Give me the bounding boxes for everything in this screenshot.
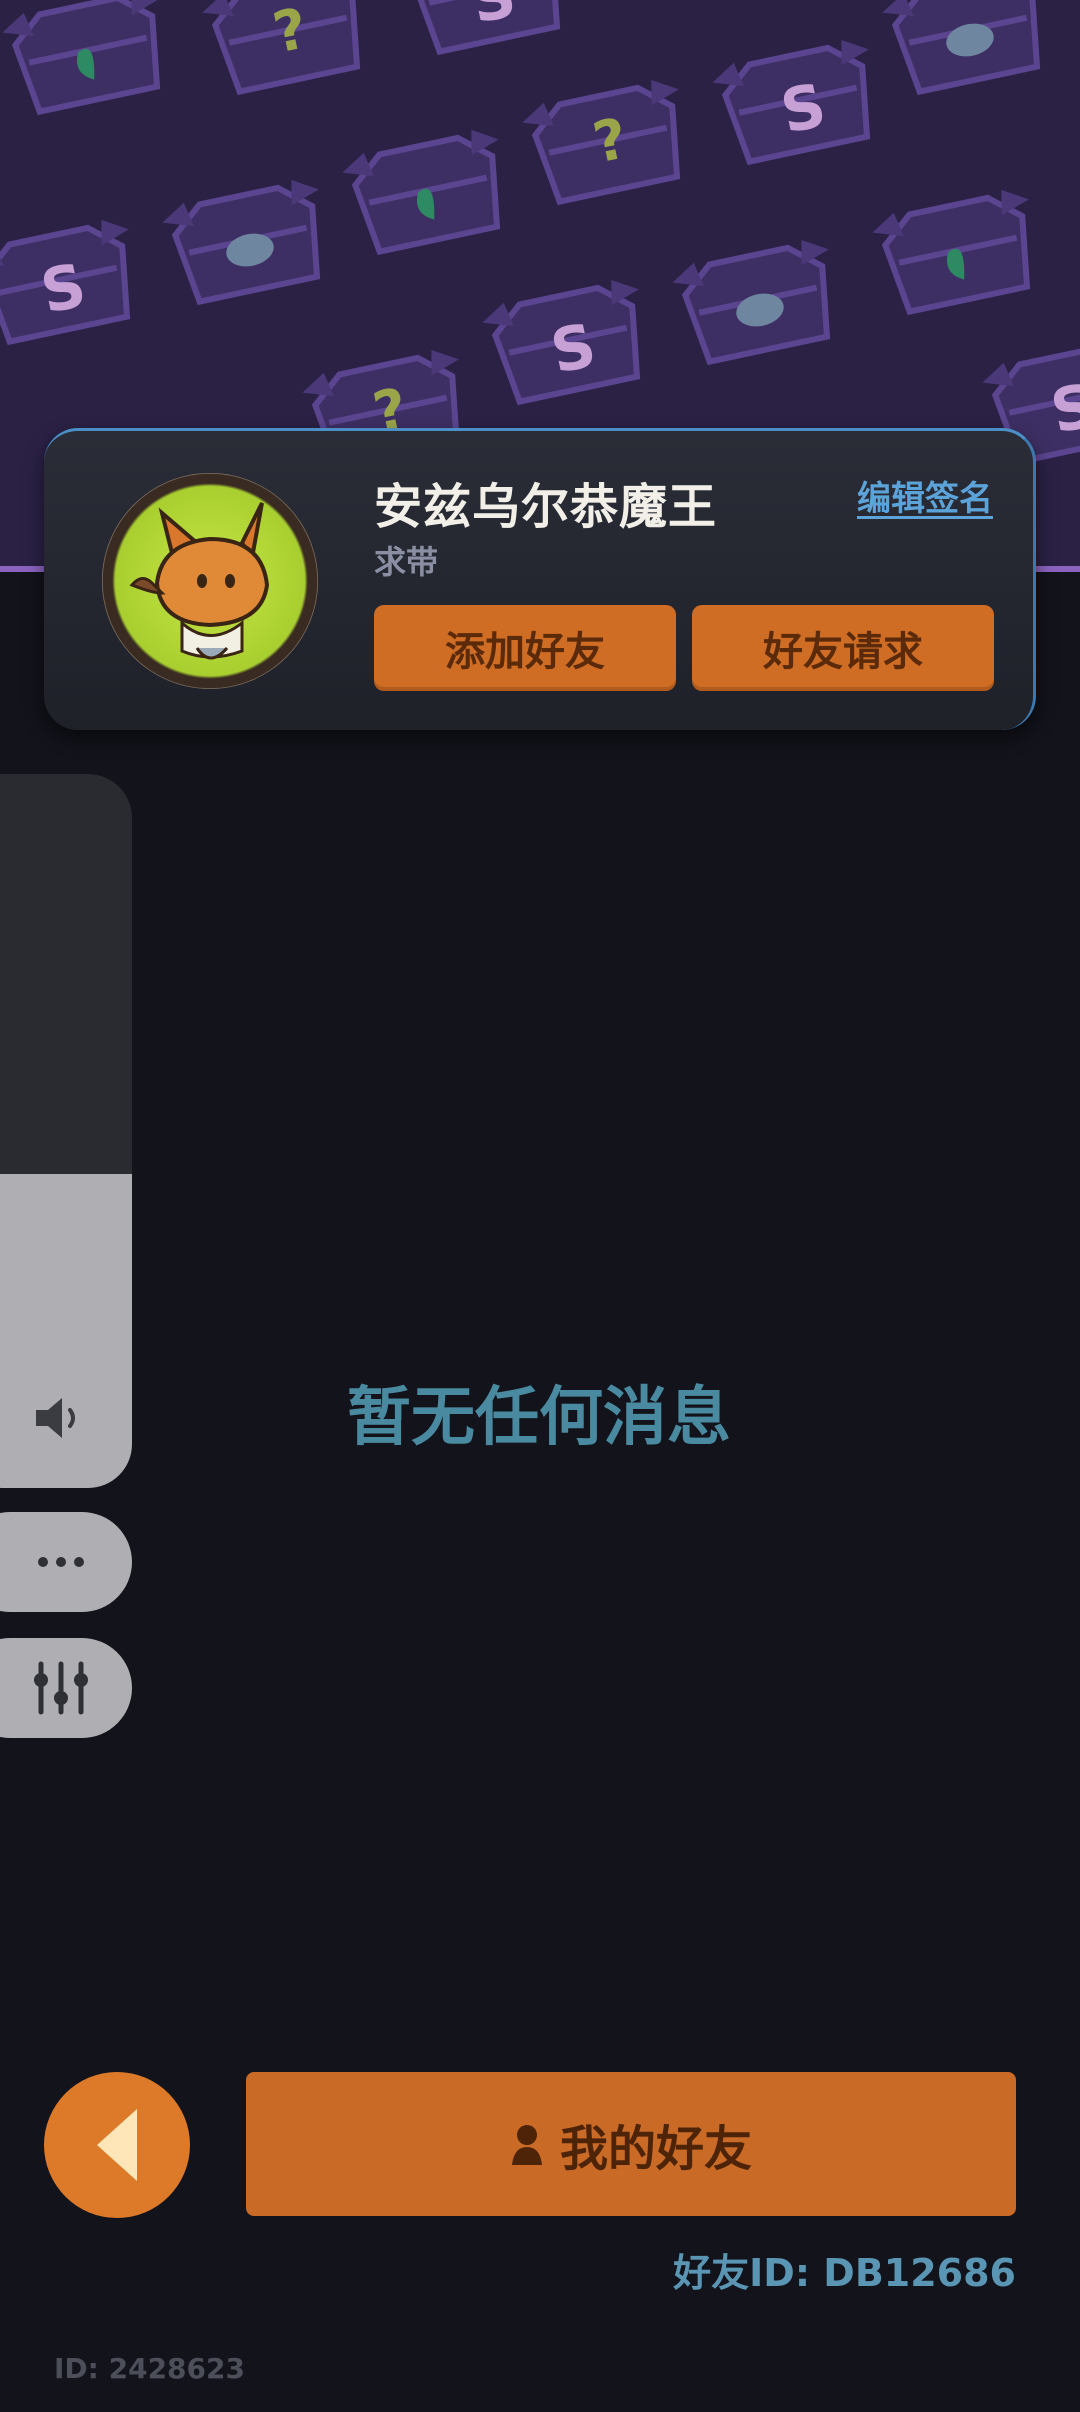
person-icon — [511, 2125, 542, 2165]
edit-signature-link[interactable]: 编辑签名 — [857, 471, 993, 520]
settings-button[interactable] — [0, 1638, 132, 1738]
friend-id-text: 好友ID: DB12686 — [673, 2251, 1016, 2295]
signature-text: 求带 — [374, 543, 439, 581]
empty-messages-text: 暂无任何消息 — [0, 1366, 1080, 1458]
back-arrow-icon — [97, 2109, 137, 2181]
more-options-button[interactable] — [0, 1512, 132, 1612]
empty-messages-label: 暂无任何消息 — [347, 1381, 731, 1455]
user-id-text: ID: 2428623 — [54, 2352, 245, 2385]
back-button[interactable] — [44, 2072, 190, 2218]
my-friends-button[interactable]: 我的好友 — [246, 2072, 1016, 2216]
equalizer-icon — [34, 1661, 88, 1715]
my-friends-label: 我的好友 — [559, 2121, 752, 2177]
fox-avatar-icon — [129, 502, 270, 660]
more-dots-icon — [38, 1557, 84, 1567]
friend-requests-button[interactable]: 好友请求 — [692, 605, 994, 691]
add-friend-button[interactable]: 添加好友 — [374, 605, 676, 691]
username: 安兹乌尔恭魔王 — [374, 479, 718, 535]
avatar[interactable] — [102, 473, 318, 689]
profile-card: 安兹乌尔恭魔王 求带 编辑签名 添加好友 好友请求 — [44, 428, 1036, 730]
